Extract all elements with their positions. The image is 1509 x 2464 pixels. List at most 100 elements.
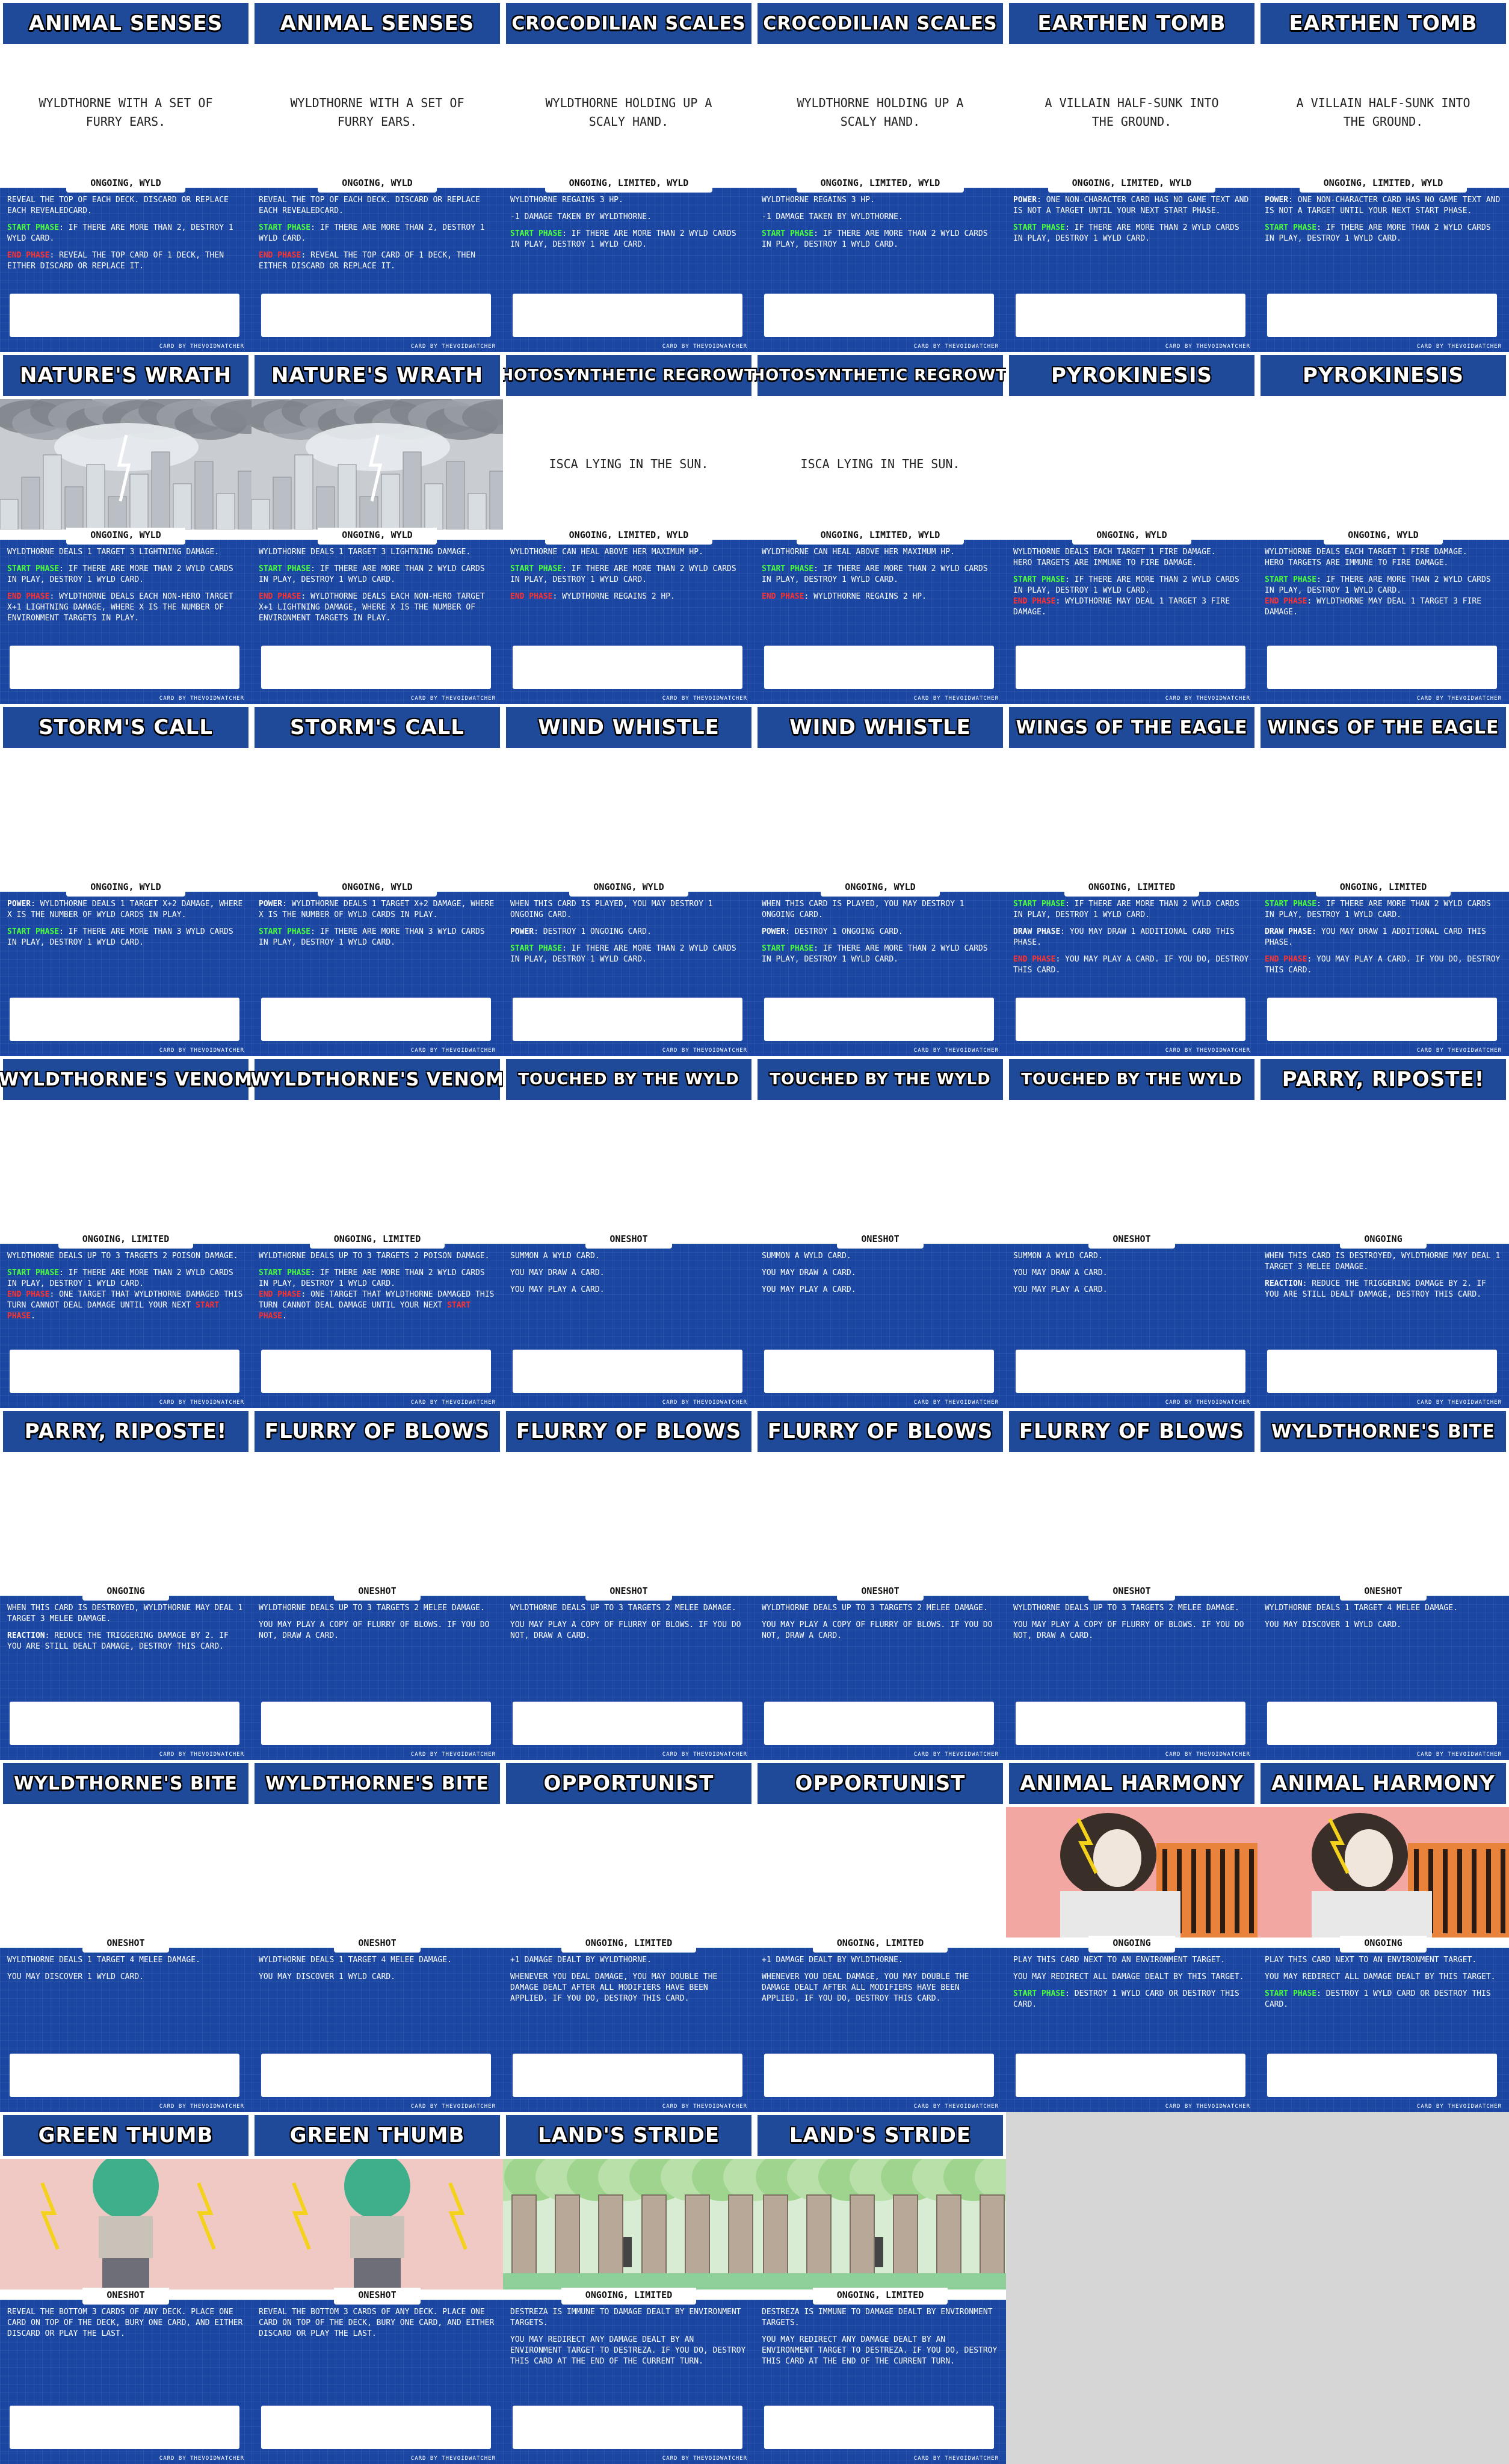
card[interactable]: Flurry of Blows Wyldthorne deals up to 3… — [503, 1408, 754, 1760]
card-type-bar: Ongoing, Limited, Wyld — [1258, 176, 1509, 193]
card[interactable]: Photosynthetic Regrowth Isca lying in th… — [754, 352, 1006, 704]
rules-text: Wyldthorne deals 1 target 3 lightning da… — [259, 548, 471, 557]
card[interactable]: Animal Senses Wyldthorne with a set of f… — [252, 0, 503, 352]
card[interactable]: Photosynthetic Regrowth Isca lying in th… — [503, 352, 754, 704]
card[interactable]: Flurry of Blows Wyldthorne deals up to 3… — [252, 1408, 503, 1760]
card[interactable]: Touched by the Wyld Summon a wyld card. Y… — [754, 1056, 1006, 1408]
card-title-bar: Pyrokinesis — [1258, 352, 1509, 399]
rules-keyword: Power — [1265, 196, 1289, 205]
card[interactable]: Animal Senses Wyldthorne with a set of f… — [0, 0, 252, 352]
card-title: Parry, Riposte! — [1282, 1067, 1485, 1092]
card-body: When this card is destroyed, Wyldthorne … — [0, 1596, 252, 1760]
card[interactable]: Wyldthorne's Bite Wyldthorne deals 1 tar… — [0, 1760, 252, 2112]
card-art — [252, 2159, 503, 2290]
card-type: Ongoing, Wyld — [1072, 528, 1191, 545]
rules-paragraph: -1 damage taken by Wyldthorne. — [762, 212, 999, 223]
rules-paragraph: Play this card next to an environment ta… — [1013, 1955, 1250, 1966]
card[interactable]: Crocodilian Scales Wyldthorne holding up… — [754, 0, 1006, 352]
card[interactable]: Wings of the Eagle Start Phase: If there… — [1006, 704, 1258, 1056]
card[interactable]: Pyrokinesis Wyldthorne deals each target… — [1258, 352, 1509, 704]
card-type: Ongoing, Limited, Wyld — [796, 176, 964, 193]
rules-paragraph: +1 damage dealt by Wyldthorne. — [510, 1955, 747, 1966]
card-rules-text: Summon a wyld card. You may draw a card. Y… — [510, 1251, 747, 1341]
card-title: Animal Harmony — [1020, 1771, 1244, 1796]
card[interactable]: Wyldthorne's Bite Wyldthorne deals 1 tar… — [252, 1760, 503, 2112]
card[interactable]: Flurry of Blows Wyldthorne deals up to 3… — [754, 1408, 1006, 1760]
card-title-bar: Wyldthorne's Bite — [0, 1760, 252, 1807]
card[interactable]: Land's Stride Destreza is immune to dama… — [754, 2112, 1006, 2464]
card[interactable]: Wyldthorne's Venom Wyldthorne deals up t… — [0, 1056, 252, 1408]
rules-paragraph: You may play a copy of Flurry of Blows. … — [762, 1620, 999, 1641]
card-text-box — [764, 294, 994, 337]
card-title: Storm's Call — [39, 715, 213, 740]
rules-text: Wyldthorne deals up to 3 targets 2 melee… — [510, 1604, 736, 1613]
card-art: Wyldthorne with a set of furry ears. — [252, 47, 503, 178]
card-type-bar: Ongoing, Limited, Wyld — [1006, 176, 1258, 193]
card[interactable]: Parry, Riposte! When this card is destro… — [0, 1408, 252, 1760]
card[interactable]: Wyldthorne's Bite Wyldthorne deals 1 tar… — [1258, 1408, 1509, 1760]
card[interactable]: Earthen Tomb A villain half-sunk into th… — [1006, 0, 1258, 352]
card[interactable]: Nature's Wrath Wyldthorne deals 1 target… — [0, 352, 252, 704]
card[interactable]: Wings of the Eagle Start Phase: If there… — [1258, 704, 1509, 1056]
rules-paragraph: Start Phase: If there are more than 2, d… — [259, 223, 496, 244]
card[interactable]: Parry, Riposte! When this card is destro… — [1258, 1056, 1509, 1408]
rules-paragraph: Start Phase: If there are more than 3 wy… — [259, 927, 496, 948]
rules-paragraph: End Phase: Reveal the top card of 1 deck… — [259, 250, 496, 272]
rules-keyword: End Phase — [259, 1290, 301, 1299]
rules-paragraph: Start Phase: Destroy 1 wyld card or dest… — [1013, 1989, 1250, 2010]
card[interactable]: Crocodilian Scales Wyldthorne holding up… — [503, 0, 754, 352]
card[interactable]: Land's Stride Destreza is immune to dama… — [503, 2112, 754, 2464]
card[interactable]: Wyldthorne's Venom Wyldthorne deals up t… — [252, 1056, 503, 1408]
card[interactable]: Green Thumb Reveal the bottom 3 cards of… — [252, 2112, 503, 2464]
card[interactable]: Animal Harmony Play this card next to an… — [1006, 1760, 1258, 2112]
rules-paragraph: -1 damage taken by Wyldthorne. — [510, 212, 747, 223]
card-body: Reveal the bottom 3 cards of any deck. P… — [252, 2300, 503, 2464]
card[interactable]: Green Thumb Reveal the bottom 3 cards of… — [0, 2112, 252, 2464]
card[interactable]: Storm's Call Power: Wyldthorne deals 1 t… — [252, 704, 503, 1056]
card-title: Opportunist — [795, 1771, 966, 1796]
card[interactable]: Pyrokinesis Wyldthorne deals each target… — [1006, 352, 1258, 704]
card-type-bar: Oneshot — [503, 1232, 754, 1249]
card[interactable]: Opportunist +1 damage dealt by Wyldthorn… — [754, 1760, 1006, 2112]
card-type: Ongoing — [1340, 1232, 1427, 1249]
card-type-bar: Ongoing, Limited, Wyld — [503, 176, 754, 193]
card-rules-text: When this card is destroyed, Wyldthorne … — [7, 1603, 244, 1693]
card[interactable]: Nature's Wrath Wyldthorne deals 1 target… — [252, 352, 503, 704]
rules-text: Play this card next to an environment ta… — [1265, 1956, 1477, 1965]
card[interactable]: Touched by the Wyld Summon a wyld card. Y… — [1006, 1056, 1258, 1408]
rules-paragraph: Start Phase: If there are more than 2 wy… — [259, 564, 496, 585]
card[interactable]: Storm's Call Power: Wyldthorne deals 1 t… — [0, 704, 252, 1056]
card-body: Wyldthorne regains 3 hp. -1 damage taken … — [754, 188, 1006, 352]
card-art: Wyldthorne with a set of furry ears. — [0, 47, 252, 178]
card-rules-text: Power: Wyldthorne deals 1 target X+2 dam… — [259, 899, 496, 989]
card[interactable]: Wind Whistle When this card is played, y… — [754, 704, 1006, 1056]
card-title-bar: Parry, Riposte! — [1258, 1056, 1509, 1103]
card[interactable]: Opportunist +1 damage dealt by Wyldthorn… — [503, 1760, 754, 2112]
card-rules-text: Power: Wyldthorne deals 1 target X+2 dam… — [7, 899, 244, 989]
rules-text: Hero targets are immune to fire damage. — [1265, 558, 1449, 567]
card-text-box — [261, 1702, 491, 1745]
card[interactable]: Wind Whistle When this card is played, y… — [503, 704, 754, 1056]
card-rules-text: Wyldthorne deals 1 target 4 melee damage… — [259, 1955, 496, 2045]
card-title-bar: Touched by the Wyld — [754, 1056, 1006, 1103]
card[interactable]: Earthen Tomb A villain half-sunk into th… — [1258, 0, 1509, 352]
card-title: Earthen Tomb — [1037, 11, 1226, 36]
card-type-bar: Ongoing, Limited — [503, 1936, 754, 1953]
rules-text: : Wyldthorne regains 2 hp. — [804, 592, 927, 601]
card-rules-text: +1 damage dealt by Wyldthorne. Whenever y… — [762, 1955, 999, 2045]
rules-keyword: Draw Phase — [1265, 927, 1312, 936]
rules-keyword: End Phase — [7, 1290, 50, 1299]
card-sheet: Animal Senses Wyldthorne with a set of f… — [0, 0, 1509, 2464]
card[interactable]: Touched by the Wyld Summon a wyld card. Y… — [503, 1056, 754, 1408]
rules-keyword: End Phase — [762, 592, 804, 601]
card[interactable]: Flurry of Blows Wyldthorne deals up to 3… — [1006, 1408, 1258, 1760]
card-title-bar: Land's Stride — [503, 2112, 754, 2159]
rules-keyword: End Phase — [1265, 597, 1307, 606]
card-body: Summon a wyld card. You may draw a card. Y… — [503, 1244, 754, 1408]
card-type: Ongoing, Limited — [1064, 880, 1200, 897]
card-body: Wyldthorne deals 1 target 3 lightning da… — [252, 540, 503, 704]
card-body: Wyldthorne can heal above her maximum hp… — [503, 540, 754, 704]
card[interactable]: Animal Harmony Play this card next to an… — [1258, 1760, 1509, 2112]
card-body: Reveal the bottom 3 cards of any deck. P… — [0, 2300, 252, 2464]
card-type-bar: Ongoing, Limited — [252, 1232, 503, 1249]
